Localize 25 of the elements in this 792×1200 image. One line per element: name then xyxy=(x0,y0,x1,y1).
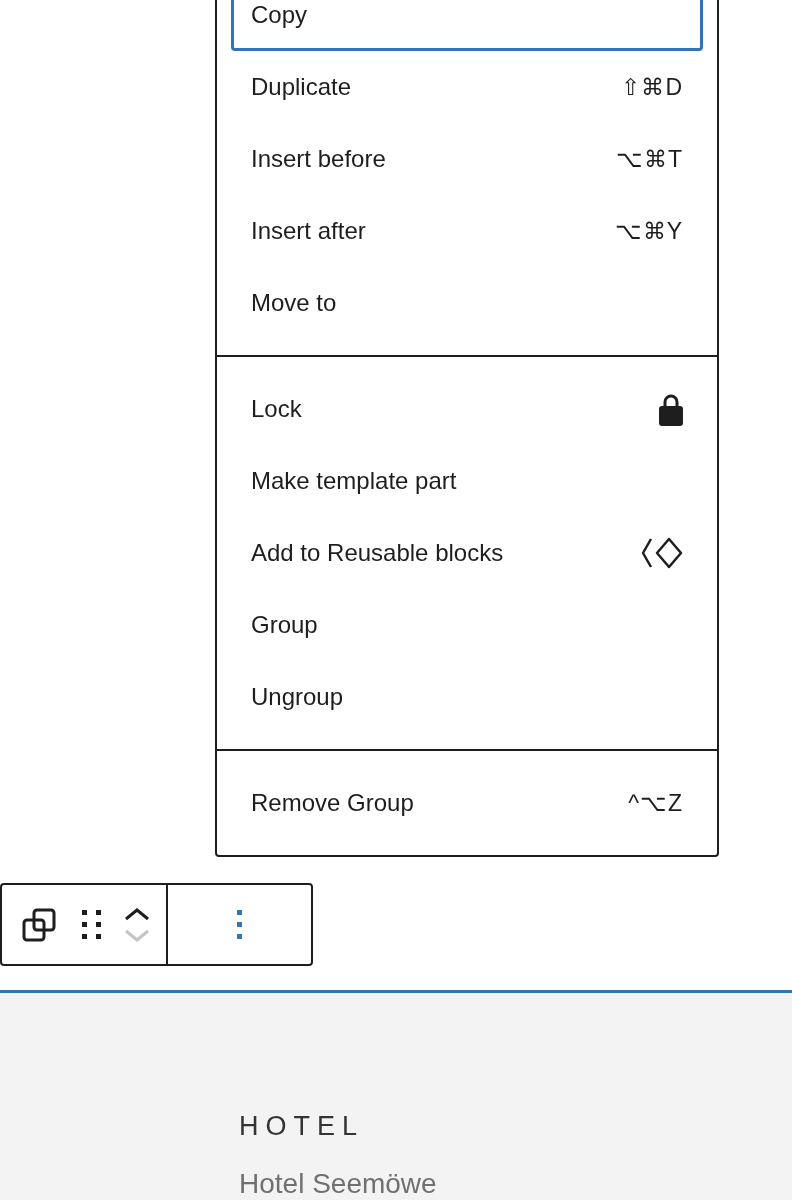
hotel-name: Hotel Seemöwe xyxy=(239,1168,438,1200)
shortcut-text: ⇧⌘D xyxy=(621,73,683,101)
menu-item[interactable]: Add to Reusable blocks xyxy=(231,517,703,589)
chevron-up-icon xyxy=(124,906,150,921)
more-options-icon xyxy=(236,909,243,940)
menu-item[interactable]: Insert after ⌥⌘Y xyxy=(231,195,703,267)
menu-item[interactable]: Ungroup xyxy=(231,661,703,733)
overlapping-squares-icon xyxy=(22,907,56,942)
menu-item[interactable]: Copy xyxy=(231,0,703,51)
chevron-down-icon xyxy=(124,928,150,943)
menu-item[interactable]: Remove Group ^⌥Z xyxy=(231,767,703,839)
section-label: HOTEL xyxy=(239,1111,366,1142)
move-up-button[interactable] xyxy=(124,906,150,921)
menu-item[interactable]: Make template part xyxy=(231,445,703,517)
menu-item[interactable]: Move to xyxy=(231,267,703,339)
menu-item[interactable]: Insert before ⌥⌘T xyxy=(231,123,703,195)
shortcut-text: ⌥⌘Y xyxy=(614,217,683,245)
shortcut-text: ⌥⌘T xyxy=(615,145,683,173)
drag-handle-icon xyxy=(82,909,104,940)
lock-icon xyxy=(659,392,683,426)
reusable-block-icon xyxy=(641,537,683,569)
shortcut-text: ^⌥Z xyxy=(628,789,683,817)
menu-item[interactable]: Duplicate ⇧⌘D xyxy=(231,51,703,123)
menu-item[interactable]: Lock xyxy=(231,373,703,445)
menu-item[interactable]: Group xyxy=(231,589,703,661)
